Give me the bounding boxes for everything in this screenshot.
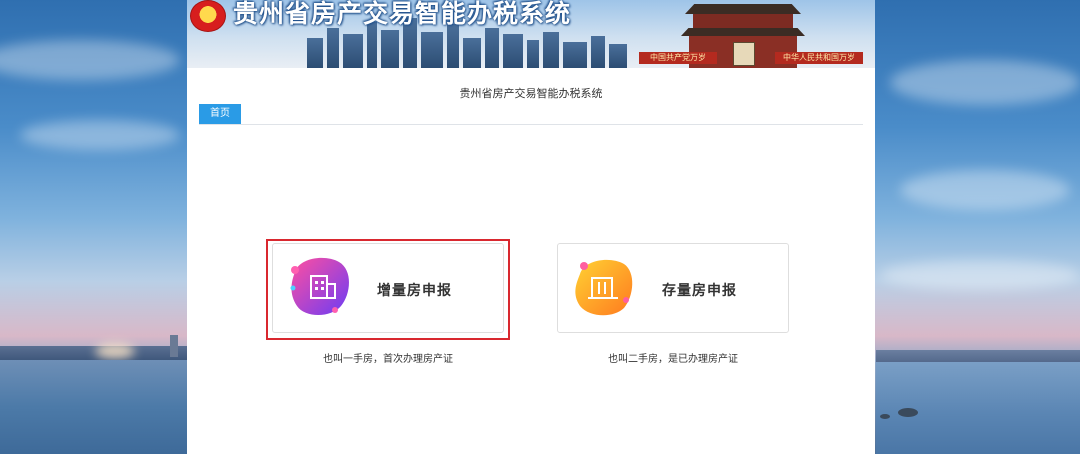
banner-title: 贵州省房产交易智能办税系统 — [233, 0, 572, 28]
national-emblem-icon — [190, 0, 226, 32]
background-rock — [898, 408, 918, 417]
system-title: 贵州省房产交易智能办税系统 — [459, 87, 603, 100]
main-panel: 贵州省房产交易智能办税系统 首页 增量房申报 也叫一手房，首次办理房产证 存量房… — [187, 68, 875, 454]
existing-house-declaration-card[interactable]: 存量房申报 — [557, 243, 789, 333]
existing-house-caption: 也叫二手房，是已办理房产证 — [608, 354, 738, 365]
tab-bar: 首页 — [199, 104, 863, 125]
slogan-left: 中国共产党万岁 — [639, 52, 717, 64]
background-water — [0, 360, 187, 454]
background-sunset — [95, 343, 135, 359]
background-cloud — [890, 60, 1080, 105]
background-tower — [170, 335, 178, 357]
tab-home[interactable]: 首页 — [199, 104, 241, 124]
header-banner: 贵州省房产交易智能办税系统 中国共产党万岁 中华人民共和国万岁 — [187, 0, 875, 68]
background-cloud — [20, 120, 180, 150]
background-rock — [880, 414, 890, 419]
background-cloud — [880, 260, 1080, 290]
portrait-image — [733, 42, 755, 66]
existing-house-declaration-label: 存量房申报 — [662, 283, 737, 299]
house-icon — [575, 259, 633, 316]
background-skyline — [0, 346, 187, 360]
background-cloud — [900, 170, 1070, 210]
slogan-right: 中华人民共和国万岁 — [775, 52, 863, 64]
background-skyline — [876, 350, 1080, 362]
background-cloud — [0, 40, 180, 80]
new-house-caption: 也叫一手房，首次办理房产证 — [323, 354, 453, 365]
highlight-box — [266, 239, 510, 340]
